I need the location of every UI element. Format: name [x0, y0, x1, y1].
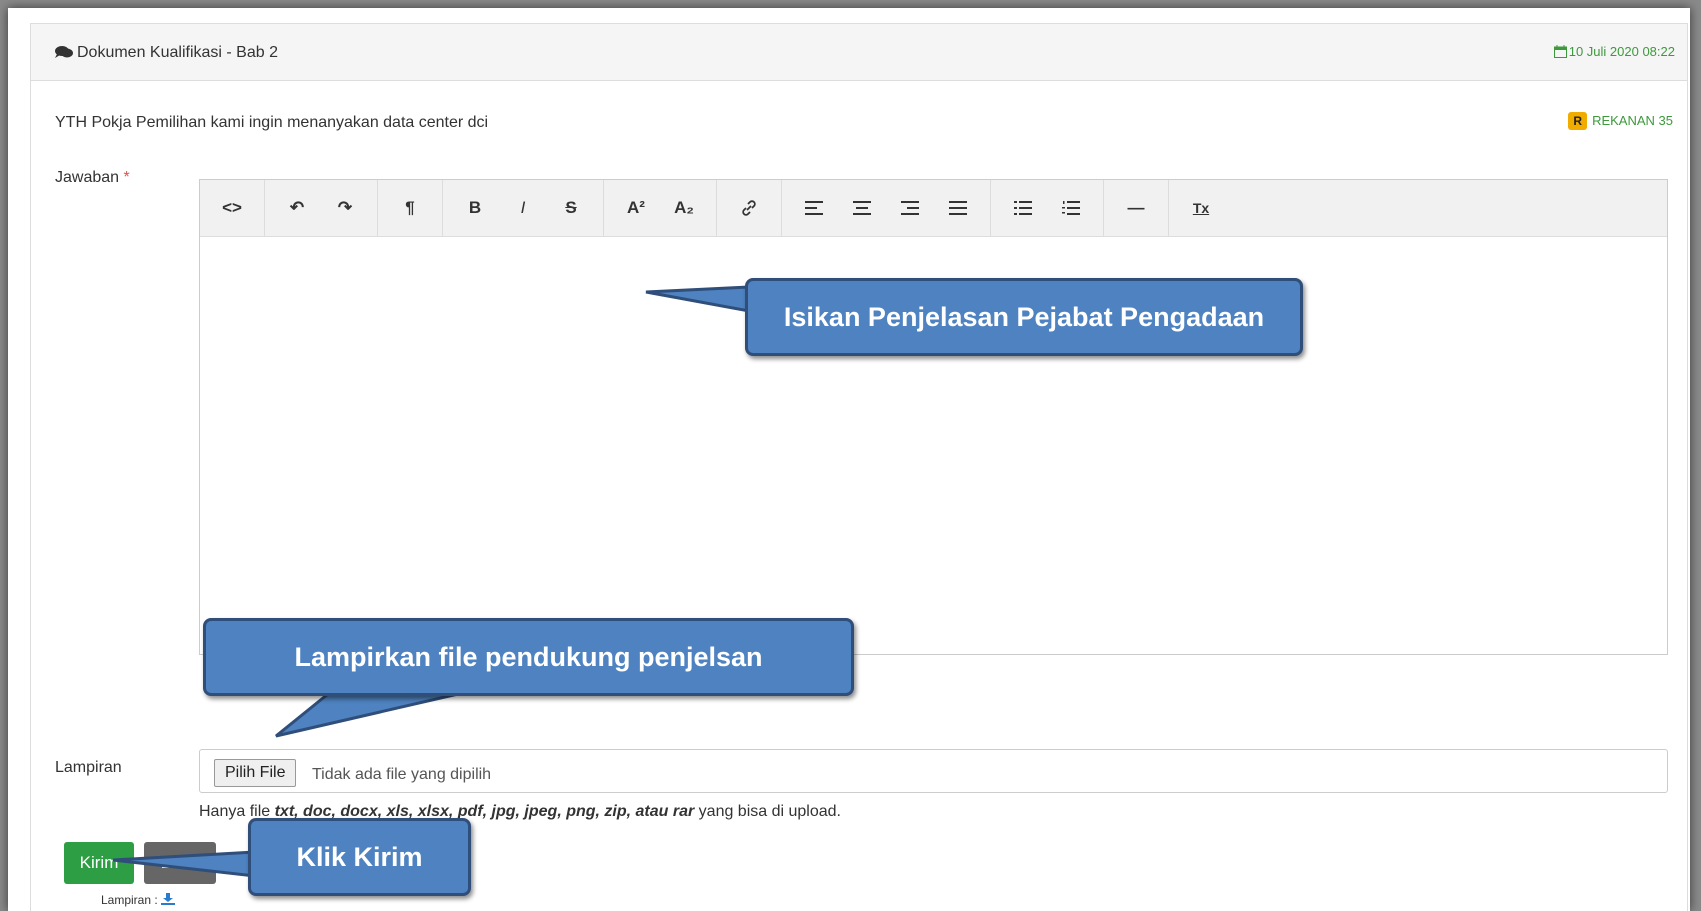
- callout-tails: [112, 285, 751, 878]
- attachment-callout-tail: [275, 692, 459, 738]
- window-frame: Dokumen Kualifikasi - Bab 2 10 Juli 2020…: [8, 8, 1690, 911]
- submit-callout-tail: [112, 850, 257, 878]
- submit-callout: Klik Kirim: [248, 818, 471, 896]
- editor-callout-tail: [645, 285, 751, 313]
- editor-callout: Isikan Penjelasan Pejabat Pengadaan: [745, 278, 1303, 356]
- attachment-callout: Lampirkan file pendukung penjelsan: [203, 618, 854, 696]
